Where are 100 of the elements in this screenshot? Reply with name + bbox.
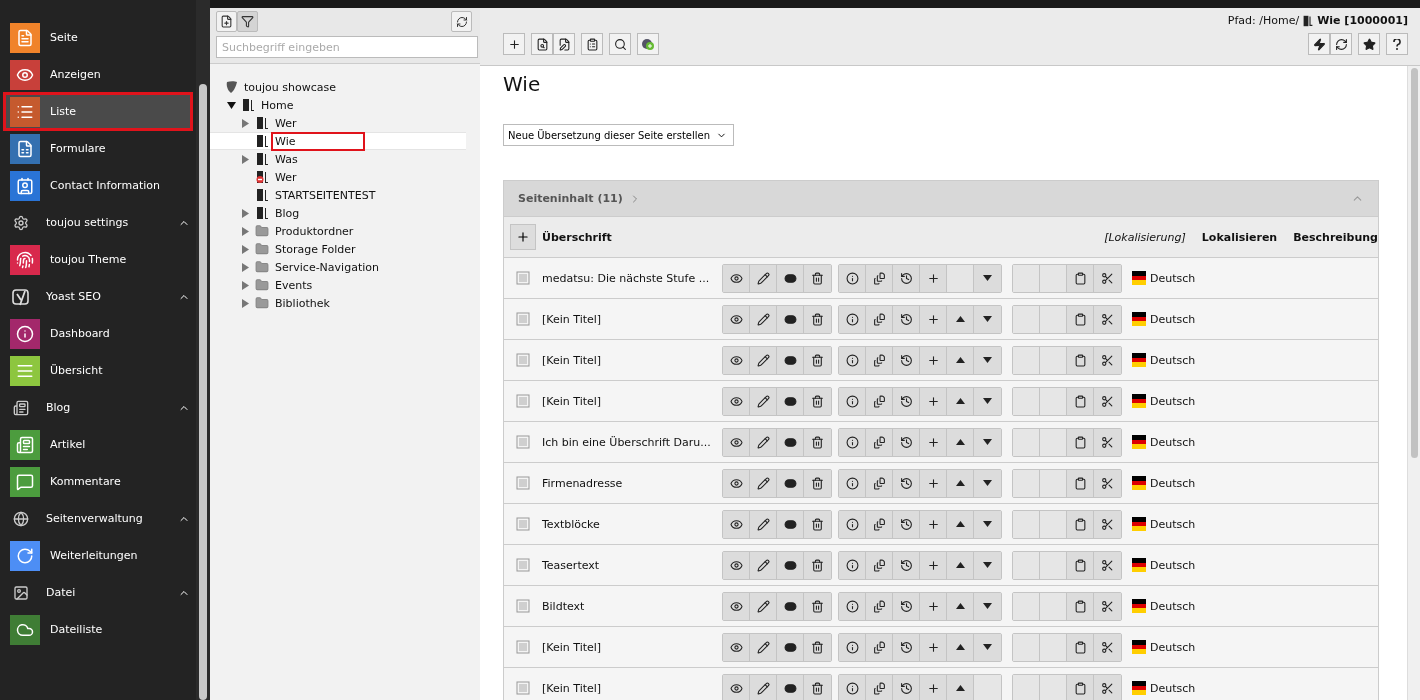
add-after-button[interactable] — [920, 510, 947, 538]
history-button[interactable] — [893, 387, 920, 415]
history-button[interactable] — [893, 633, 920, 661]
translation-select[interactable]: Neue Übersetzung dieser Seite erstellen — [503, 124, 735, 146]
paste-button[interactable] — [1067, 264, 1094, 292]
new-content-button[interactable] — [866, 428, 893, 456]
paste-button[interactable] — [1067, 510, 1094, 538]
paste-button[interactable] — [1067, 551, 1094, 579]
info-button[interactable] — [839, 428, 866, 456]
edit-button[interactable] — [750, 510, 777, 538]
visibility-toggle-button[interactable] — [777, 674, 804, 700]
module-group-header[interactable]: Seitenverwaltung — [0, 500, 196, 537]
move-up-button[interactable] — [947, 674, 974, 700]
add-after-button[interactable] — [920, 428, 947, 456]
sidebar-scrollbar[interactable] — [196, 0, 210, 700]
tree-node[interactable]: Wie — [210, 132, 466, 150]
search-button[interactable] — [609, 33, 631, 55]
edit-button[interactable] — [750, 633, 777, 661]
view-button[interactable] — [723, 305, 750, 333]
cut-button[interactable] — [1094, 674, 1121, 700]
add-after-button[interactable] — [920, 633, 947, 661]
info-button[interactable] — [839, 387, 866, 415]
paste-button[interactable] — [1067, 387, 1094, 415]
add-after-button[interactable] — [920, 264, 947, 292]
add-after-button[interactable] — [920, 387, 947, 415]
delete-button[interactable] — [804, 510, 831, 538]
move-up-button[interactable] — [947, 428, 974, 456]
cut-button[interactable] — [1094, 551, 1121, 579]
cut-button[interactable] — [1094, 346, 1121, 374]
delete-button[interactable] — [804, 305, 831, 333]
help-button[interactable] — [1386, 33, 1408, 55]
module-menu-item[interactable]: Übersicht — [4, 352, 192, 389]
edit-button[interactable] — [750, 469, 777, 497]
add-after-button[interactable] — [920, 469, 947, 497]
tree-node[interactable]: Wer — [210, 168, 466, 186]
edit-button[interactable] — [750, 674, 777, 700]
info-button[interactable] — [839, 633, 866, 661]
visibility-toggle-button[interactable] — [777, 428, 804, 456]
flash-button[interactable] — [1308, 33, 1330, 55]
move-down-button[interactable] — [974, 387, 1001, 415]
module-menu-item[interactable]: Kommentare — [4, 463, 192, 500]
move-down-button[interactable] — [974, 551, 1001, 579]
move-down-button[interactable] — [974, 510, 1001, 538]
delete-button[interactable] — [804, 469, 831, 497]
module-menu-item[interactable]: Artikel — [4, 426, 192, 463]
visibility-toggle-button[interactable] — [777, 264, 804, 292]
new-content-button[interactable] — [866, 510, 893, 538]
add-after-button[interactable] — [920, 305, 947, 333]
delete-button[interactable] — [804, 346, 831, 374]
filter-button[interactable] — [237, 11, 258, 32]
info-button[interactable] — [839, 264, 866, 292]
paste-button[interactable] — [1067, 633, 1094, 661]
edit-button[interactable] — [750, 264, 777, 292]
view-button[interactable] — [723, 387, 750, 415]
move-down-button[interactable] — [974, 264, 1001, 292]
bookmark-button[interactable] — [1358, 33, 1380, 55]
info-button[interactable] — [839, 510, 866, 538]
search-field[interactable]: Suchbegriff eingeben — [216, 36, 478, 58]
move-down-button[interactable] — [974, 305, 1001, 333]
module-group-header[interactable]: Blog — [0, 389, 196, 426]
info-button[interactable] — [839, 674, 866, 700]
module-menu-item[interactable]: Weiterleitungen — [4, 537, 192, 574]
module-menu-item[interactable]: Contact Information — [4, 167, 192, 204]
delete-button[interactable] — [804, 674, 831, 700]
move-up-button[interactable] — [947, 469, 974, 497]
visibility-toggle-button[interactable] — [777, 346, 804, 374]
collapsed-caret-icon[interactable] — [240, 153, 251, 165]
tree-node[interactable]: Service-Navigation — [210, 258, 466, 276]
new-content-button[interactable] — [866, 387, 893, 415]
paste-button[interactable] — [1067, 428, 1094, 456]
tree-root-node[interactable]: toujou showcase — [210, 78, 466, 96]
module-menu-item[interactable]: Anzeigen — [4, 56, 192, 93]
move-up-button[interactable] — [947, 592, 974, 620]
history-button[interactable] — [893, 428, 920, 456]
expanded-caret-icon[interactable] — [226, 99, 237, 111]
cut-button[interactable] — [1094, 387, 1121, 415]
new-content-button[interactable] — [866, 633, 893, 661]
module-group-header[interactable]: Yoast SEO — [0, 278, 196, 315]
tree-node[interactable]: Was — [210, 150, 466, 168]
paste-button[interactable] — [1067, 674, 1094, 700]
new-content-button[interactable] — [866, 592, 893, 620]
cut-button[interactable] — [1094, 305, 1121, 333]
move-down-button[interactable] — [974, 633, 1001, 661]
module-group-header[interactable]: Datei — [0, 574, 196, 611]
edit-button[interactable] — [750, 428, 777, 456]
paste-button[interactable] — [1067, 592, 1094, 620]
move-up-button[interactable] — [947, 387, 974, 415]
module-menu-item[interactable]: Seite — [4, 19, 192, 56]
view-button[interactable] — [723, 346, 750, 374]
move-up-button[interactable] — [947, 510, 974, 538]
tree-node[interactable]: Bibliothek — [210, 294, 466, 312]
tree-node[interactable]: Events — [210, 276, 466, 294]
edit-button[interactable] — [750, 551, 777, 579]
delete-button[interactable] — [804, 387, 831, 415]
cut-button[interactable] — [1094, 510, 1121, 538]
history-button[interactable] — [893, 264, 920, 292]
cut-button[interactable] — [1094, 428, 1121, 456]
edit-button[interactable] — [750, 305, 777, 333]
add-content-button[interactable] — [510, 224, 536, 250]
new-content-button[interactable] — [866, 551, 893, 579]
